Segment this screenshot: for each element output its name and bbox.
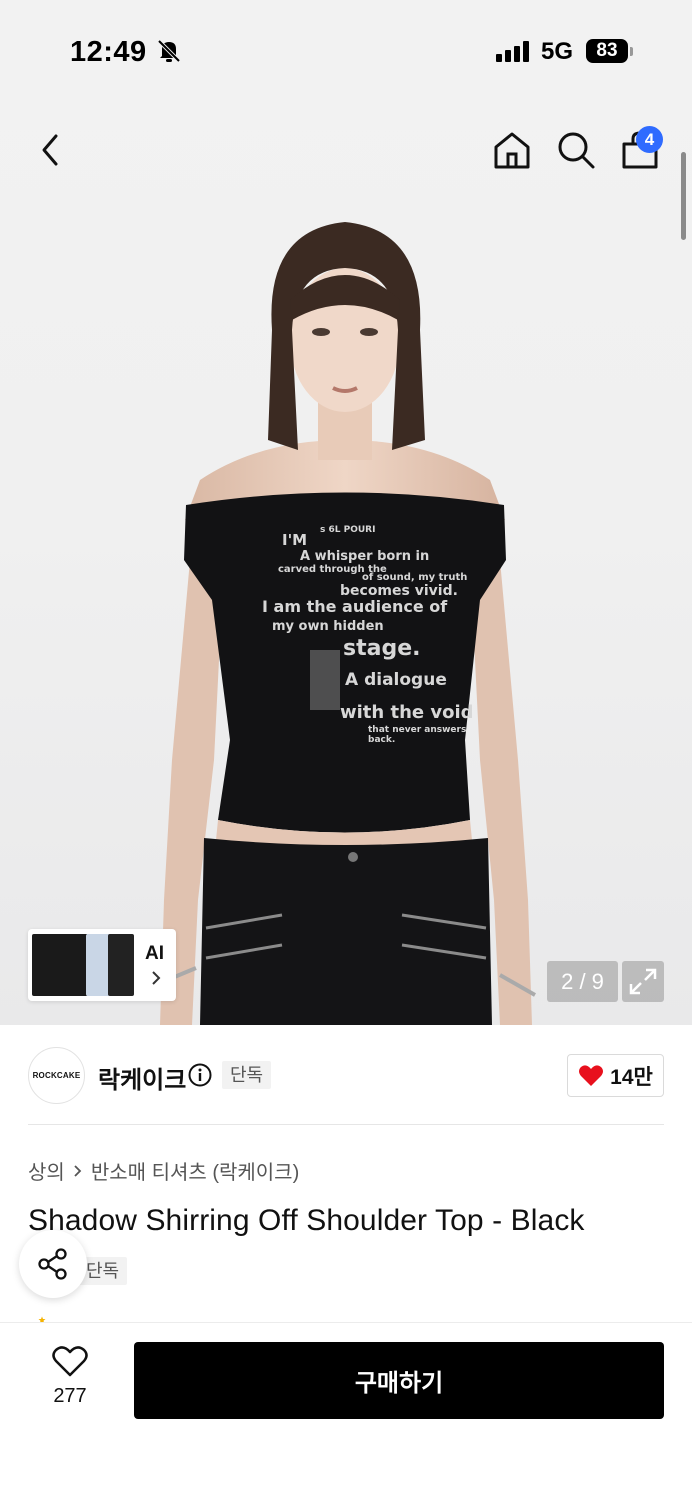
status-time: 12:49 — [70, 36, 147, 68]
expand-icon — [629, 968, 657, 995]
cart-count-badge: 4 — [636, 126, 663, 153]
shirt-print-line: A dialogue — [345, 670, 447, 690]
brand-name[interactable]: 락케이크 — [98, 1060, 186, 1095]
exclusive-tag: 단독 — [222, 1061, 272, 1089]
shirt-print-line: back. — [368, 735, 395, 745]
wishlist-count: 277 — [53, 1385, 87, 1407]
page-scrollbar[interactable] — [681, 152, 686, 240]
network-type: 5G — [541, 38, 574, 65]
ai-lookbook-button[interactable]: AI — [28, 929, 176, 1001]
heart-outline-icon — [52, 1346, 88, 1377]
shirt-print-line: I am the audience of — [262, 597, 448, 616]
heart-filled-icon — [579, 1064, 604, 1086]
share-button[interactable] — [19, 1230, 87, 1298]
chevron-right-icon — [152, 971, 161, 985]
home-icon[interactable] — [492, 130, 532, 170]
product-image-gallery[interactable]: I'M s 6L POURI A whisper born in carved … — [0, 0, 692, 1025]
ai-thumbnail — [108, 934, 134, 996]
fullscreen-button[interactable] — [622, 961, 664, 1002]
image-counter: 2 / 9 — [547, 961, 618, 1002]
share-icon — [38, 1248, 67, 1280]
shirt-print-line: stage. — [343, 636, 420, 661]
divider — [28, 1124, 664, 1125]
breadcrumb: 상의 반소매 티셔츠 (락케이크) — [28, 1156, 299, 1185]
status-bar: 12:49 5G 83 — [0, 0, 692, 100]
shirt-print-line: A whisper born in — [300, 549, 429, 564]
back-icon[interactable] — [36, 132, 64, 168]
brand-like-count: 14만 — [610, 1065, 653, 1089]
shirt-print-line: of sound, my truth — [362, 572, 467, 583]
ai-thumbnail — [86, 934, 110, 996]
shirt-print-line: I'M — [282, 531, 307, 549]
battery-tip — [630, 47, 633, 56]
shirt-print-line: my own hidden — [272, 619, 384, 634]
buy-button[interactable]: 구매하기 — [134, 1342, 664, 1419]
shirt-print-line: s 6L POURI — [320, 525, 375, 535]
shirt-print-line: that never answers — [368, 725, 466, 735]
bell-muted-icon — [157, 39, 181, 63]
ai-label: AI — [145, 943, 164, 964]
breadcrumb-category[interactable]: 상의 — [28, 1156, 65, 1185]
signal-icon — [496, 40, 529, 62]
chevron-right-icon — [74, 1164, 82, 1177]
shirt-print-line: with the void — [340, 702, 474, 723]
info-icon[interactable] — [188, 1063, 212, 1087]
breadcrumb-subcategory[interactable]: 반소매 티셔츠 (락케이크) — [91, 1156, 299, 1185]
ai-thumbnail — [32, 934, 88, 996]
battery-icon: 83 — [586, 39, 628, 63]
search-icon[interactable] — [556, 130, 596, 170]
brand-like-button[interactable]: 14만 — [567, 1054, 664, 1097]
brand-logo[interactable]: ROCKCAKE — [28, 1047, 85, 1104]
product-title: Shadow Shirring Off Shoulder Top - Black — [28, 1204, 585, 1237]
wishlist-button[interactable]: 277 — [40, 1344, 100, 1408]
